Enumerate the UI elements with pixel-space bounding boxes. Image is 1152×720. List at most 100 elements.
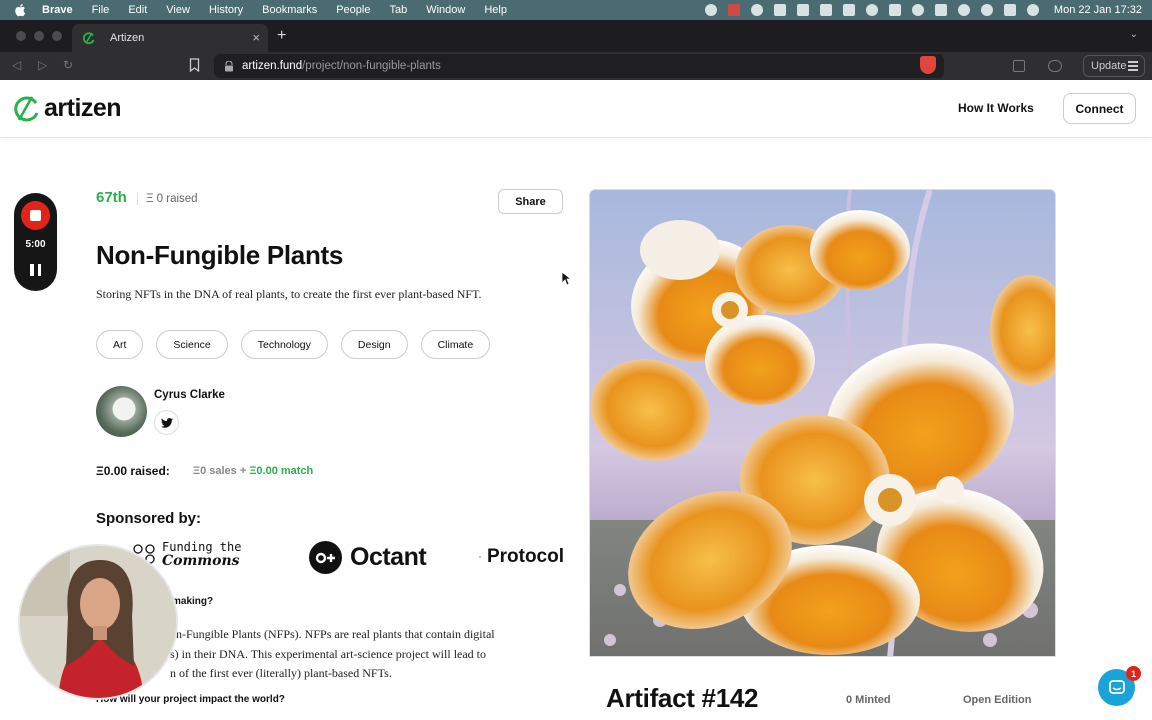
- screen-icon[interactable]: [842, 4, 855, 16]
- update-button-label: Update: [1091, 60, 1127, 72]
- question-heading: making?: [172, 596, 214, 607]
- menu-clock[interactable]: Mon 22 Jan 17:32: [1054, 4, 1142, 16]
- tag-design[interactable]: Design: [340, 330, 408, 359]
- site-header: artizen How It Works Connect: [0, 80, 1152, 138]
- minted-count: 0 Minted: [846, 694, 891, 706]
- menu-history[interactable]: History: [209, 4, 243, 16]
- play-icon[interactable]: [865, 4, 878, 16]
- sponsor-octant-name: Octant: [350, 543, 427, 571]
- presenter-video-image: [20, 546, 176, 698]
- body-line: on-Fungible Plants (NFPs). NFPs are real…: [170, 627, 495, 641]
- recording-timer: 5:00: [25, 239, 46, 250]
- bluetooth-icon[interactable]: [888, 4, 901, 16]
- body-line: n of the first ever (literally) plant-ba…: [170, 666, 392, 680]
- sponsor-protocol-labs[interactable]: Protocol: [479, 544, 564, 570]
- update-button[interactable]: Update: [1083, 55, 1145, 77]
- stop-recording-button[interactable]: [21, 201, 50, 230]
- control-center-icon[interactable]: [1003, 4, 1016, 16]
- back-button[interactable]: ◁: [12, 58, 21, 72]
- screen-recorder-widget: 5:00: [14, 193, 57, 291]
- project-tags: Art Science Technology Design Climate: [96, 330, 491, 359]
- apple-icon[interactable]: [14, 3, 28, 17]
- creator-avatar[interactable]: [96, 386, 147, 437]
- vpn-icon[interactable]: [750, 4, 763, 16]
- flower-artwork-image: [590, 190, 1055, 656]
- menu-file[interactable]: File: [92, 4, 110, 16]
- mute-icon[interactable]: [773, 4, 786, 16]
- artifact-image[interactable]: [589, 189, 1056, 657]
- edition-type: Open Edition: [963, 694, 1032, 706]
- twitter-link[interactable]: [154, 410, 179, 435]
- url-host: artizen.fund: [242, 60, 303, 72]
- minimize-window-button[interactable]: [34, 31, 44, 41]
- connect-button[interactable]: Connect: [1063, 93, 1136, 124]
- macos-menu-bar: Brave File Edit View History Bookmarks P…: [0, 0, 1152, 20]
- tag-technology[interactable]: Technology: [240, 330, 328, 359]
- nav-how-it-works[interactable]: How It Works: [958, 101, 1034, 115]
- window-controls: [16, 31, 62, 41]
- share-button[interactable]: Share: [498, 189, 563, 214]
- user-icon[interactable]: [911, 4, 924, 16]
- project-rank: 67th: [96, 189, 127, 206]
- pause-icon[interactable]: [30, 264, 41, 276]
- menu-edit[interactable]: Edit: [128, 4, 147, 16]
- wifi-icon[interactable]: [957, 4, 970, 16]
- twitter-icon: [160, 417, 173, 428]
- spotlight-search-icon[interactable]: [980, 4, 993, 16]
- reload-button[interactable]: ↻: [63, 58, 73, 72]
- tag-art[interactable]: Art: [96, 330, 144, 359]
- menu-help[interactable]: Help: [484, 4, 507, 16]
- menu-window[interactable]: Window: [426, 4, 465, 16]
- forward-button[interactable]: ▷: [38, 58, 47, 72]
- logo-wordmark: artizen: [44, 93, 122, 122]
- chat-icon: [1108, 679, 1125, 694]
- bookmark-icon[interactable]: [189, 58, 200, 72]
- project-title: Non-Fungible Plants: [96, 240, 344, 270]
- menu-app-name[interactable]: Brave: [42, 4, 73, 16]
- menu-people[interactable]: People: [336, 4, 370, 16]
- siri-icon[interactable]: [1026, 4, 1039, 16]
- battery-icon[interactable]: [934, 4, 947, 16]
- stop-icon: [30, 210, 41, 221]
- paint-icon[interactable]: [796, 4, 809, 16]
- record-status-icon[interactable]: [727, 4, 740, 16]
- menu-bookmarks[interactable]: Bookmarks: [262, 4, 317, 16]
- tab-artizen[interactable]: Artizen ×: [72, 24, 268, 52]
- artizen-logo[interactable]: artizen: [12, 93, 122, 123]
- brightness-icon[interactable]: [704, 4, 717, 16]
- zoom-window-button[interactable]: [52, 31, 62, 41]
- browser-tab-strip: Artizen × + ⌄: [0, 20, 1152, 52]
- artizen-favicon-icon: [82, 32, 95, 45]
- project-description: Storing NFTs in the DNA of real plants, …: [96, 287, 482, 301]
- dropbox-icon[interactable]: [819, 4, 832, 16]
- creator-name[interactable]: Cyrus Clarke: [154, 389, 225, 401]
- menu-status-area: Mon 22 Jan 17:32: [704, 0, 1142, 20]
- chat-unread-badge: 1: [1126, 666, 1141, 681]
- support-chat-button[interactable]: 1: [1098, 666, 1141, 706]
- sponsor-ftc-line2: Commons: [162, 553, 240, 569]
- menu-tab[interactable]: Tab: [389, 4, 407, 16]
- menu-view[interactable]: View: [166, 4, 190, 16]
- address-bar[interactable]: artizen.fund/project/non-fungible-plants: [214, 54, 944, 78]
- tag-science[interactable]: Science: [156, 330, 228, 359]
- artizen-logo-icon: [14, 96, 39, 122]
- sponsor-octant[interactable]: Octant: [309, 541, 427, 574]
- protocol-logo-icon: [479, 556, 481, 558]
- browser-toolbar: ◁ ▷ ↻ artizen.fund/project/non-fungible-…: [0, 52, 1152, 80]
- tag-climate[interactable]: Climate: [420, 330, 491, 359]
- body-line: s) in their DNA. This experimental art-s…: [170, 646, 487, 661]
- sponsored-heading: Sponsored by:: [96, 510, 202, 527]
- page-info-icon[interactable]: [224, 60, 234, 72]
- raised-summary: Ξ 0 raised: [137, 193, 198, 205]
- close-window-button[interactable]: [16, 31, 26, 41]
- raised-match: Ξ0.00 match: [249, 465, 314, 477]
- close-tab-icon[interactable]: ×: [252, 30, 260, 45]
- brave-shields-icon[interactable]: [920, 56, 936, 74]
- url-path: /project/non-fungible-plants: [302, 60, 441, 72]
- tab-search-chevron-icon[interactable]: ⌄: [1130, 29, 1138, 40]
- artifact-title: Artifact #142: [606, 683, 759, 713]
- new-tab-button[interactable]: +: [277, 27, 286, 45]
- sidebar-toggle-icon[interactable]: [1013, 60, 1025, 72]
- tab-title: Artizen: [110, 32, 145, 44]
- wallet-icon[interactable]: [1048, 60, 1062, 72]
